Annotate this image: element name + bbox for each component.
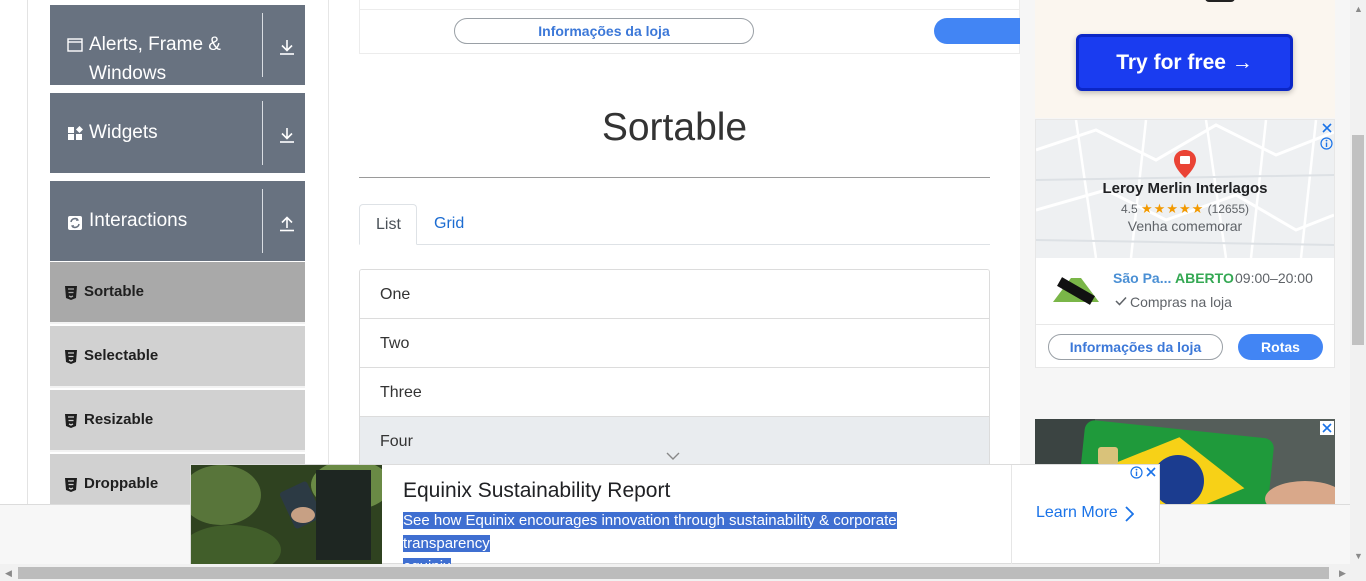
- left-margin: [0, 0, 28, 504]
- sidebar-item-selectable[interactable]: Selectable: [50, 326, 305, 388]
- page: Alerts, Frame & Windows Widgets Interact…: [0, 0, 1366, 581]
- ad-title: Equinix Sustainability Report: [403, 479, 671, 502]
- route-button-partial[interactable]: [934, 18, 1024, 44]
- store-city: São Pa...: [1113, 270, 1172, 286]
- nav-group-separator: [262, 13, 263, 77]
- page-title: Sortable: [601, 106, 748, 149]
- card-divider: [1036, 324, 1334, 325]
- sidebar-item-resizable[interactable]: Resizable: [50, 390, 305, 452]
- window-icon: [67, 38, 83, 52]
- nav-group-label-line1: Alerts, Frame &: [89, 34, 221, 55]
- widgets-icon: [68, 126, 83, 140]
- close-icon[interactable]: [1320, 121, 1334, 135]
- ad-separator: [1011, 465, 1012, 564]
- scroll-right-icon[interactable]: ▶: [1339, 568, 1346, 578]
- nav-group-label: Widgets: [89, 122, 158, 143]
- nav-group-separator: [262, 101, 263, 165]
- info-icon[interactable]: [1130, 466, 1143, 479]
- route-button[interactable]: Rotas: [1238, 334, 1323, 360]
- close-icon[interactable]: [1320, 421, 1334, 435]
- list-item[interactable]: Three: [360, 368, 989, 417]
- star-rating-icon: ★★★★★: [1141, 201, 1205, 216]
- top-ad-divider: [359, 9, 1020, 10]
- map-ad-card[interactable]: Leroy Merlin Interlagos 4.5 ★★★★★ (12655…: [1035, 119, 1335, 368]
- store-status: ABERTO: [1175, 270, 1234, 286]
- store-rating: 4.5 ★★★★★ (12655): [1036, 201, 1334, 217]
- try-free-button[interactable]: Try for free →: [1076, 34, 1293, 91]
- list-item[interactable]: One: [360, 270, 989, 319]
- close-icon[interactable]: [1144, 465, 1158, 479]
- sidebar-divider: [328, 0, 329, 504]
- scroll-down-icon[interactable]: ▼: [1354, 551, 1363, 561]
- html5-icon: [65, 286, 77, 300]
- info-icon[interactable]: [1320, 137, 1333, 150]
- rating-value: 4.5: [1120, 202, 1138, 216]
- ad-description-line1: See how Equinix encourages innovation th…: [403, 512, 897, 552]
- store-info-button[interactable]: Informações da loja: [454, 18, 754, 44]
- download-icon[interactable]: [278, 126, 296, 144]
- store-tagline: Venha comemorar: [1127, 218, 1243, 234]
- nav-group-label-line2: Windows: [89, 63, 167, 84]
- nav-group-label: Interactions: [89, 210, 188, 231]
- sidebar-item-label: Resizable: [84, 411, 154, 428]
- tab-list[interactable]: List: [359, 204, 417, 245]
- interactions-icon: [68, 216, 82, 230]
- map-image: Leroy Merlin Interlagos 4.5 ★★★★★ (12655…: [1036, 120, 1334, 258]
- leroy-merlin-logo: [1053, 277, 1099, 305]
- list-item[interactable]: Two: [360, 319, 989, 368]
- upload-icon[interactable]: [278, 214, 296, 232]
- chevron-down-icon[interactable]: [666, 451, 680, 461]
- sidebar-item-sortable[interactable]: Sortable: [50, 262, 305, 324]
- html5-icon: [65, 414, 77, 428]
- ad-banner-fragment: [1205, 0, 1235, 2]
- review-count: (12655): [1207, 202, 1250, 216]
- chevron-right-icon[interactable]: [1124, 506, 1134, 522]
- sidebar-item-label: Droppable: [84, 475, 159, 492]
- check-icon: [1115, 296, 1127, 306]
- sortable-list: One Two Three Four: [359, 269, 990, 469]
- nav-group-widgets[interactable]: Widgets: [50, 93, 305, 173]
- sidebar-item-label: Sortable: [84, 283, 145, 300]
- map-pin-icon: [1174, 150, 1196, 178]
- learn-more-button[interactable]: Learn More: [1036, 504, 1118, 522]
- scroll-left-icon[interactable]: ◀: [5, 568, 12, 578]
- store-name: Leroy Merlin Interlagos: [1102, 180, 1268, 197]
- nav-group-interactions[interactable]: Interactions: [50, 181, 305, 261]
- ad-photo: [191, 465, 382, 564]
- ad-tablet-photo: [191, 465, 382, 564]
- store-hours: 09:00–20:00: [1235, 270, 1313, 286]
- nav-group-separator: [262, 189, 263, 253]
- html5-icon: [65, 478, 77, 492]
- store-info-button[interactable]: Informações da loja: [1048, 334, 1223, 360]
- download-icon[interactable]: [278, 38, 296, 56]
- title-divider: [359, 177, 990, 178]
- store-feature: Compras na loja: [1130, 294, 1232, 310]
- html5-icon: [65, 350, 77, 364]
- nav-group-alerts-frame-windows[interactable]: Alerts, Frame & Windows: [50, 5, 305, 85]
- vertical-scroll-thumb[interactable]: [1352, 135, 1364, 345]
- sidebar-item-label: Selectable: [84, 347, 159, 364]
- tab-grid[interactable]: Grid: [418, 204, 480, 245]
- scroll-up-icon[interactable]: ▲: [1354, 4, 1363, 14]
- horizontal-scroll-thumb[interactable]: [18, 567, 1329, 579]
- bottom-ad-banner[interactable]: Equinix Sustainability Report See how Eq…: [190, 464, 1160, 575]
